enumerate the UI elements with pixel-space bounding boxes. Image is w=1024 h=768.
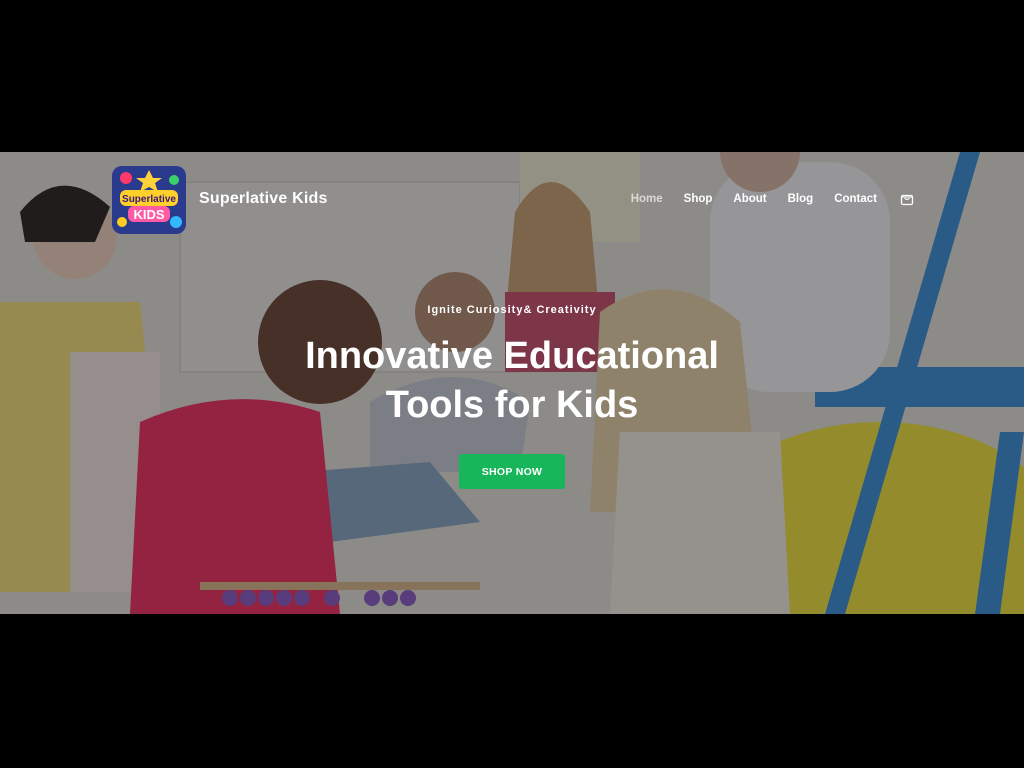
logo-badge-icon: Superlative KIDS (112, 166, 186, 234)
hero-headline-line1: Innovative Educational (305, 335, 719, 377)
site-logo[interactable]: Superlative KIDS (112, 166, 186, 234)
site-title[interactable]: Superlative Kids (199, 190, 328, 208)
nav-item-about[interactable]: About (733, 193, 766, 205)
nav-item-shop[interactable]: Shop (684, 193, 713, 205)
hero-headline: Innovative Educational Tools for Kids (0, 332, 1024, 430)
nav-item-blog[interactable]: Blog (788, 193, 814, 205)
hero-kicker: Ignite Curiosity& Creativity (427, 304, 597, 316)
nav-item-home[interactable]: Home (631, 193, 663, 205)
hero-section: Superlative KIDS Superlative Kids Home S… (0, 152, 1024, 614)
hero-headline-line2: Tools for Kids (385, 384, 639, 426)
shopping-bag-icon[interactable] (900, 192, 914, 206)
logo-text-top: Superlative (122, 194, 176, 205)
nav-item-contact[interactable]: Contact (834, 193, 877, 205)
logo-text-bottom: KIDS (133, 207, 164, 222)
main-nav: Home Shop About Blog Contact (631, 192, 914, 206)
page-frame: Superlative KIDS Superlative Kids Home S… (0, 0, 1024, 768)
shop-now-button[interactable]: SHOP NOW (459, 454, 565, 489)
